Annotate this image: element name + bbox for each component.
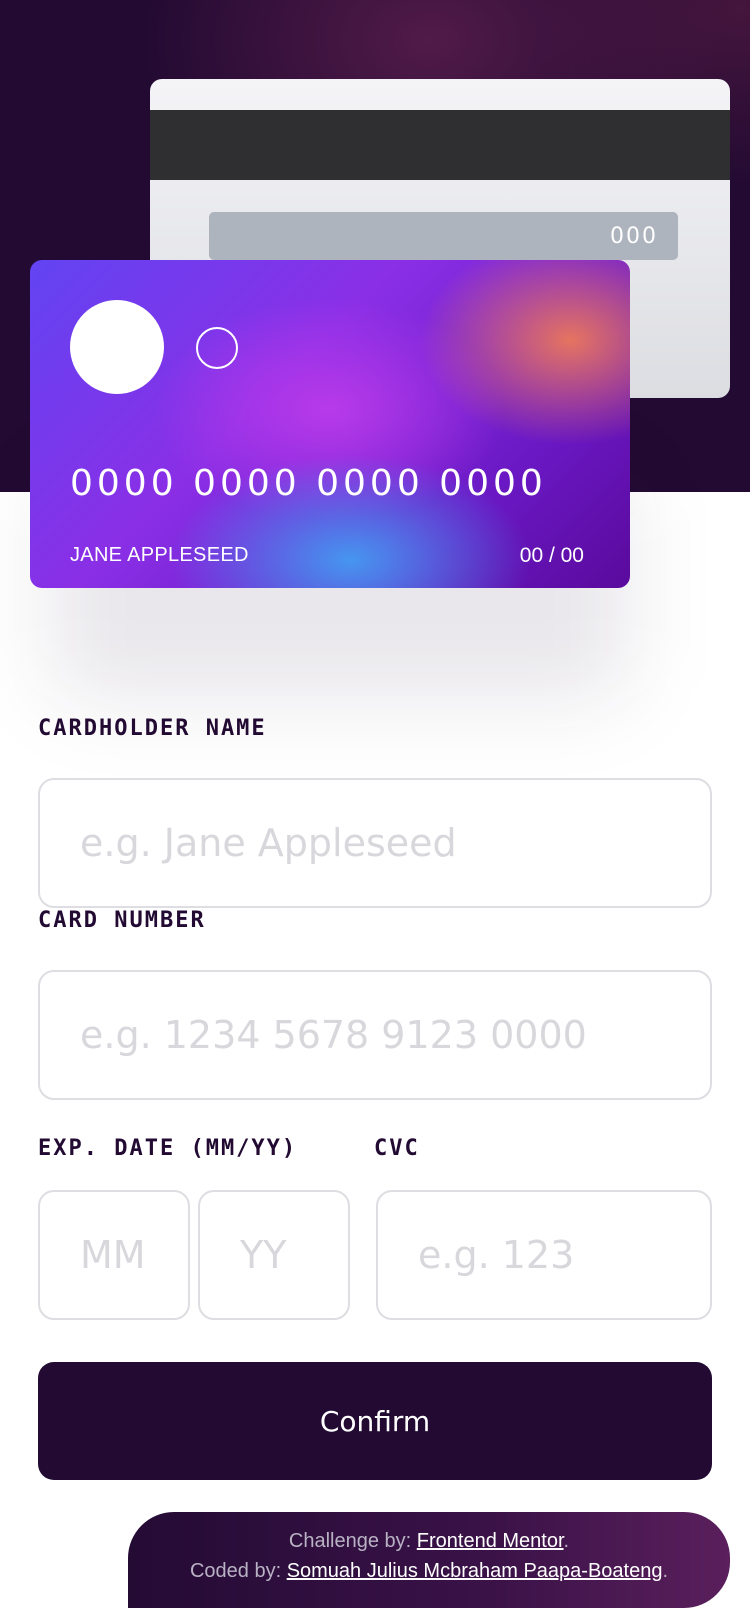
attribution-coded-line: Coded by: Somuah Julius Mcbraham Paapa-B… — [128, 1556, 730, 1586]
cardholder-name-input[interactable] — [40, 780, 710, 906]
card-holder-display: JANE APPLESEED — [70, 544, 249, 566]
exp-month-input[interactable] — [40, 1192, 188, 1318]
card-number-display: 0000 0000 0000 0000 — [70, 463, 547, 504]
attribution-footer: Challenge by: Frontend Mentor. Coded by:… — [128, 1512, 730, 1608]
cvc-label: CVC — [374, 1136, 420, 1161]
cardholder-name-field — [38, 778, 712, 908]
cvc-input[interactable] — [378, 1192, 710, 1318]
frontend-mentor-link[interactable]: Frontend Mentor — [417, 1530, 564, 1552]
card-number-input[interactable] — [40, 972, 710, 1098]
exp-year-input[interactable] — [200, 1192, 348, 1318]
attribution-challenge-period: . — [563, 1530, 570, 1552]
magnetic-stripe — [150, 110, 730, 180]
cardholder-name-label: CARDHOLDER NAME — [38, 716, 267, 741]
page: 000 0000 0000 0000 0000 JANE APPLESEED 0… — [0, 0, 750, 1608]
attribution-coded-prefix: Coded by: — [189, 1560, 287, 1582]
author-link[interactable]: Somuah Julius Mcbraham Paapa-Boateng — [287, 1560, 663, 1582]
attribution-challenge-line: Challenge by: Frontend Mentor. — [128, 1526, 730, 1556]
exp-date-label: EXP. DATE (MM/YY) — [38, 1136, 298, 1161]
confirm-button[interactable]: Confirm — [38, 1362, 712, 1480]
card-number-label: CARD NUMBER — [38, 908, 206, 933]
cvc-field — [376, 1190, 712, 1320]
attribution-challenge-prefix: Challenge by: — [288, 1530, 417, 1552]
card-number-field — [38, 970, 712, 1100]
card-logo-circle-filled-icon — [70, 300, 164, 394]
card-expiry-display: 00 / 00 — [519, 544, 584, 567]
card-front: 0000 0000 0000 0000 JANE APPLESEED 00 / … — [30, 260, 630, 588]
exp-year-field — [198, 1190, 350, 1320]
exp-month-field — [38, 1190, 190, 1320]
card-logo-circle-outline-icon — [196, 327, 238, 369]
attribution-coded-period: . — [662, 1560, 669, 1582]
card-back-cvc: 000 — [209, 212, 678, 260]
